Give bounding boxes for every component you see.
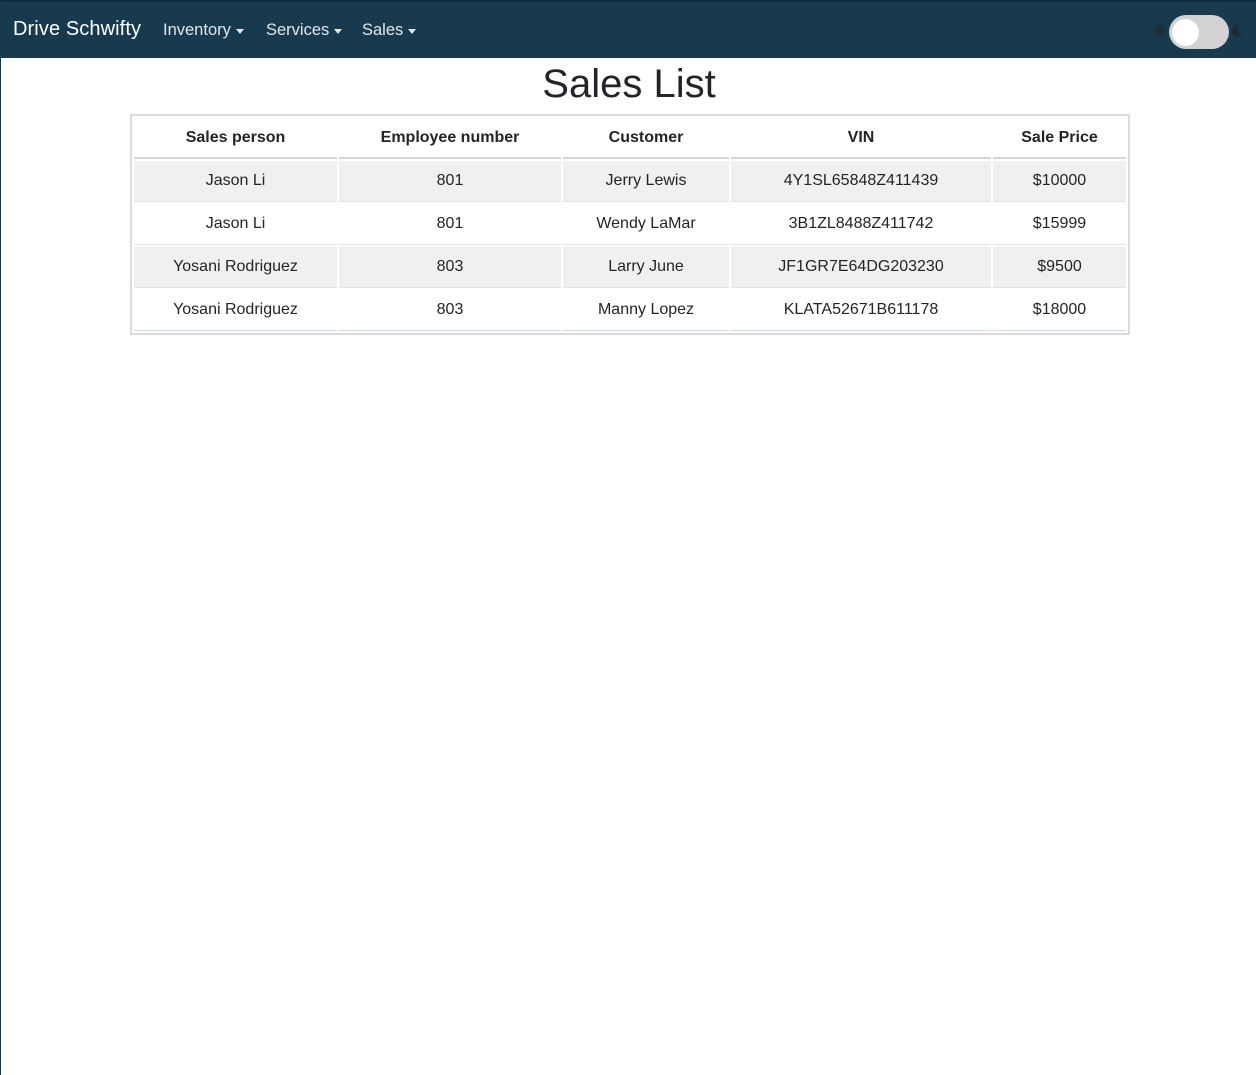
cell-vin: 4Y1SL65848Z411439 xyxy=(731,161,991,202)
cell-sales-person: Yosani Rodriguez xyxy=(134,290,337,331)
table-row: Yosani Rodriguez 803 Larry June JF1GR7E6… xyxy=(134,247,1126,288)
caret-down-icon xyxy=(334,29,343,34)
cell-employee-number: 803 xyxy=(339,247,561,288)
table-header-row: Sales person Employee number Customer VI… xyxy=(134,118,1126,159)
cell-vin: JF1GR7E64DG203230 xyxy=(731,247,991,288)
cell-customer: Jerry Lewis xyxy=(563,161,729,202)
cell-sale-price: $9500 xyxy=(993,247,1126,288)
sun-icon xyxy=(1153,24,1167,38)
sales-table: Sales person Employee number Customer VI… xyxy=(132,116,1128,333)
cell-vin: 3B1ZL8488Z411742 xyxy=(731,204,991,245)
caret-down-icon xyxy=(408,29,417,34)
column-header-sale-price: Sale Price xyxy=(993,118,1126,159)
cell-sales-person: Jason Li xyxy=(134,204,337,245)
cell-sales-person: Yosani Rodriguez xyxy=(134,247,337,288)
nav-dropdown-label: Inventory xyxy=(163,21,231,39)
page-title: Sales List xyxy=(542,62,716,106)
nav-dropdown-label: Sales xyxy=(362,21,404,39)
cell-sales-person: Jason Li xyxy=(134,161,337,202)
cell-employee-number: 801 xyxy=(339,204,561,245)
table-row: Jason Li 801 Wendy LaMar 3B1ZL8488Z41174… xyxy=(134,204,1126,245)
moon-icon xyxy=(1231,24,1243,37)
cell-employee-number: 803 xyxy=(339,290,561,331)
column-header-employee-number: Employee number xyxy=(339,118,561,159)
cell-employee-number: 801 xyxy=(339,161,561,202)
dark-mode-switch[interactable] xyxy=(1169,15,1229,49)
brand-link[interactable]: Drive Schwifty xyxy=(13,18,141,41)
caret-down-icon xyxy=(235,29,244,34)
cell-vin: KLATA52671B611178 xyxy=(731,290,991,331)
column-header-sales-person: Sales person xyxy=(134,118,337,159)
table-row: Yosani Rodriguez 803 Manny Lopez KLATA52… xyxy=(134,290,1126,331)
column-header-vin: VIN xyxy=(731,118,991,159)
cell-customer: Larry June xyxy=(563,247,729,288)
column-header-customer: Customer xyxy=(563,118,729,159)
switch-knob xyxy=(1172,19,1199,46)
cell-sale-price: $10000 xyxy=(993,161,1126,202)
cell-customer: Manny Lopez xyxy=(563,290,729,331)
nav-dropdown-label: Services xyxy=(266,21,330,39)
cell-sale-price: $18000 xyxy=(993,290,1126,331)
cell-sale-price: $15999 xyxy=(993,204,1126,245)
table-row: Jason Li 801 Jerry Lewis 4Y1SL65848Z4114… xyxy=(134,161,1126,202)
nav-dropdown-services[interactable]: Services xyxy=(266,21,343,40)
cell-customer: Wendy LaMar xyxy=(563,204,729,245)
nav-dropdown-sales[interactable]: Sales xyxy=(362,21,417,40)
nav-dropdown-inventory[interactable]: Inventory xyxy=(163,21,244,40)
top-navbar: Drive Schwifty Inventory Services Sales xyxy=(1,0,1256,58)
theme-toggle xyxy=(1151,12,1251,50)
sales-table-container: Sales person Employee number Customer VI… xyxy=(130,114,1130,335)
